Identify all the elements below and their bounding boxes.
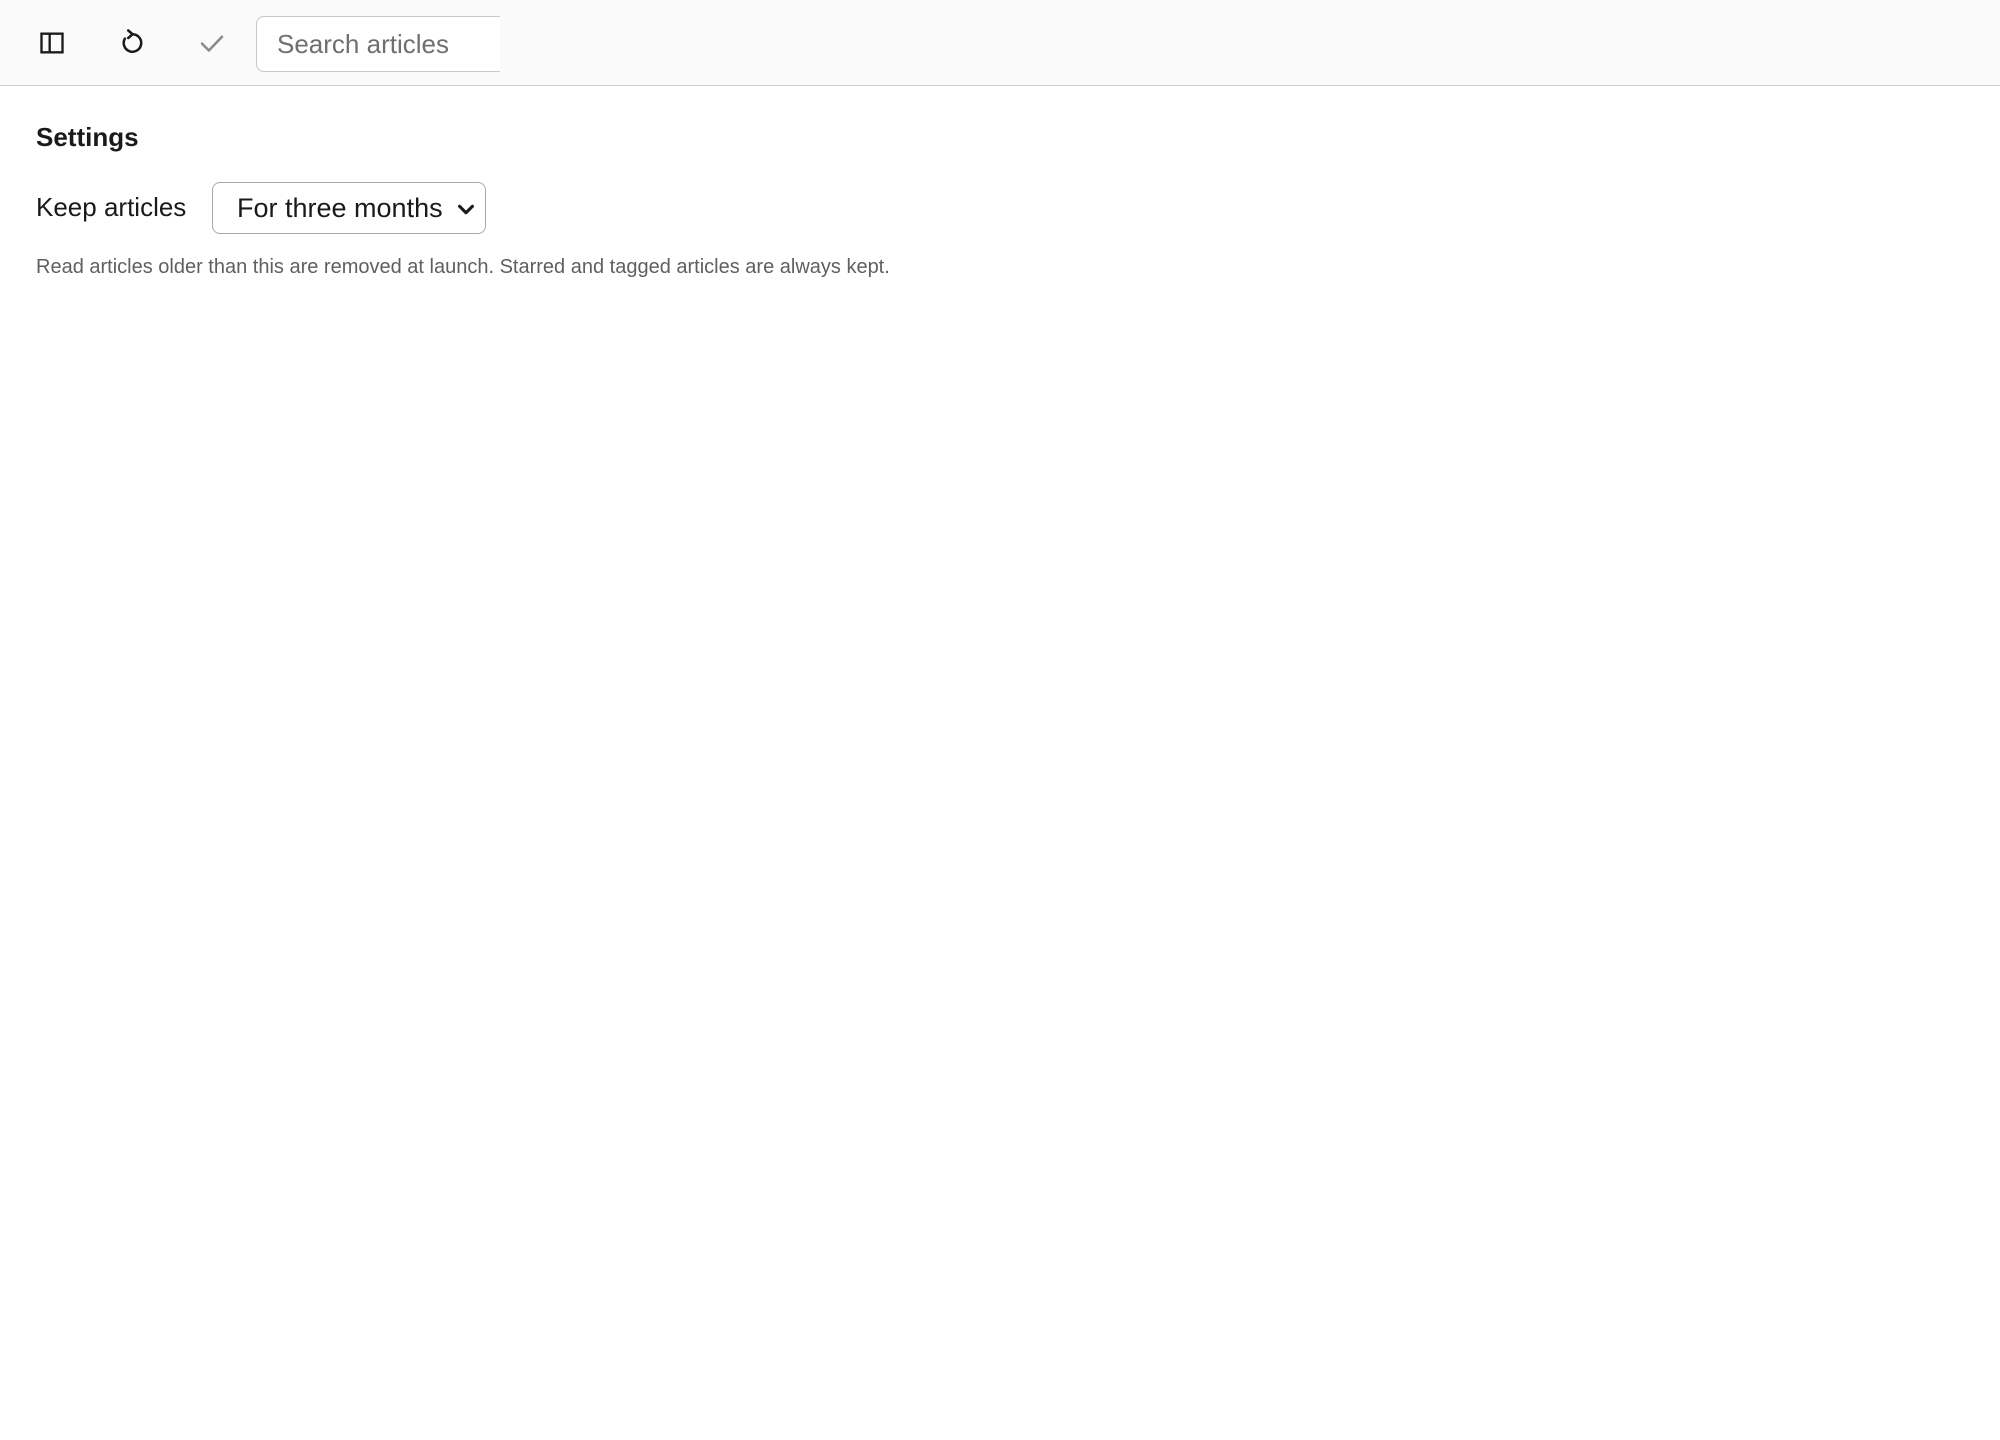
toggle-sidebar-button[interactable] [24, 15, 80, 71]
search-input[interactable] [256, 16, 500, 72]
keep-articles-selected-value: For three months [237, 192, 443, 223]
refresh-icon [117, 28, 147, 58]
refresh-button[interactable] [104, 15, 160, 71]
toolbar [0, 0, 2000, 86]
page-title: Settings [36, 122, 139, 152]
checkmark-icon [197, 28, 227, 58]
keep-articles-select[interactable]: For three months [212, 182, 486, 234]
chevron-down-icon [455, 197, 477, 228]
sidebar-toggle-icon [38, 29, 66, 57]
keep-articles-help-text: Read articles older than this are remove… [36, 256, 890, 278]
keep-articles-label: Keep articles [36, 192, 187, 222]
mark-all-read-button[interactable] [184, 15, 240, 71]
